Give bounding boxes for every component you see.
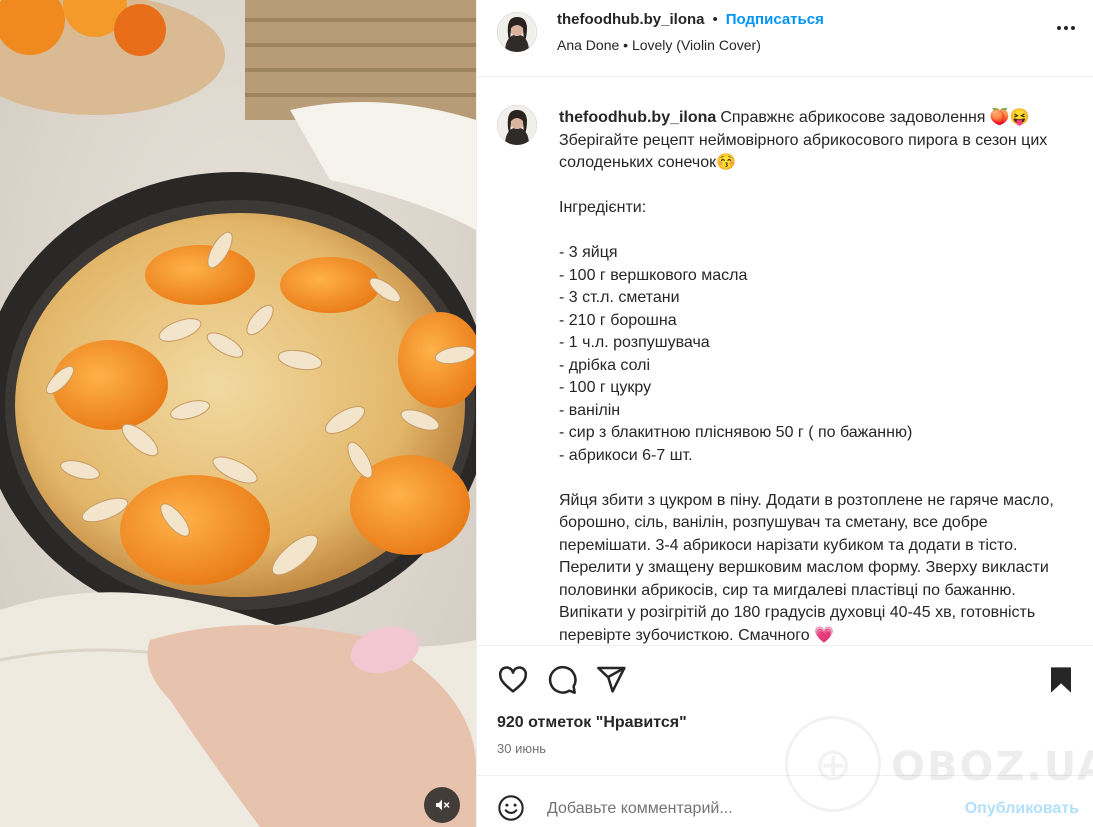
post-video[interactable] <box>0 0 476 827</box>
caption-username[interactable]: thefoodhub.by_ilona <box>559 109 716 126</box>
emoji-icon[interactable] <box>497 794 525 822</box>
follow-button[interactable]: Подписаться <box>726 10 824 30</box>
caption-author-avatar[interactable] <box>497 105 537 145</box>
share-icon[interactable] <box>595 664 627 696</box>
caption-section: thefoodhub.by_ilona Справжнє абрикосове з… <box>477 77 1093 645</box>
caption-text: thefoodhub.by_ilona Справжнє абрикосове з… <box>559 107 1079 645</box>
more-options-icon[interactable] <box>1057 26 1075 30</box>
likes-count[interactable]: 920 отметок "Нравится" <box>497 714 687 732</box>
post-date[interactable]: 30 июнь <box>497 741 546 756</box>
heart-icon[interactable] <box>497 664 529 696</box>
publish-button[interactable]: Опубликовать <box>965 800 1079 818</box>
author-avatar[interactable] <box>497 12 537 52</box>
apricot-pie-photo <box>0 0 476 827</box>
comment-icon[interactable] <box>546 664 578 696</box>
author-username[interactable]: thefoodhub.by_ilona <box>557 10 705 30</box>
caption-body: Справжнє абрикосове задоволення 🍑😝 Збері… <box>559 109 1054 644</box>
audio-track-link[interactable]: Ana Done • Lovely (Violin Cover) <box>557 37 761 53</box>
avatar-photo <box>497 12 537 52</box>
avatar-photo <box>497 105 537 145</box>
separator-dot: • <box>712 11 718 28</box>
instagram-post: thefoodhub.by_ilona • Подписаться Ana Do… <box>0 0 1093 827</box>
comment-input[interactable] <box>547 798 927 820</box>
post-side-panel: thefoodhub.by_ilona • Подписаться Ana Do… <box>476 0 1093 827</box>
post-header: thefoodhub.by_ilona • Подписаться Ana Do… <box>477 0 1093 77</box>
audio-muted-button[interactable] <box>424 787 460 823</box>
speaker-muted-icon <box>436 799 450 811</box>
post-actions: 920 отметок "Нравится" 30 июнь <box>477 645 1093 775</box>
comment-bar: Опубликовать <box>477 775 1093 827</box>
bookmark-icon[interactable] <box>1045 664 1077 696</box>
